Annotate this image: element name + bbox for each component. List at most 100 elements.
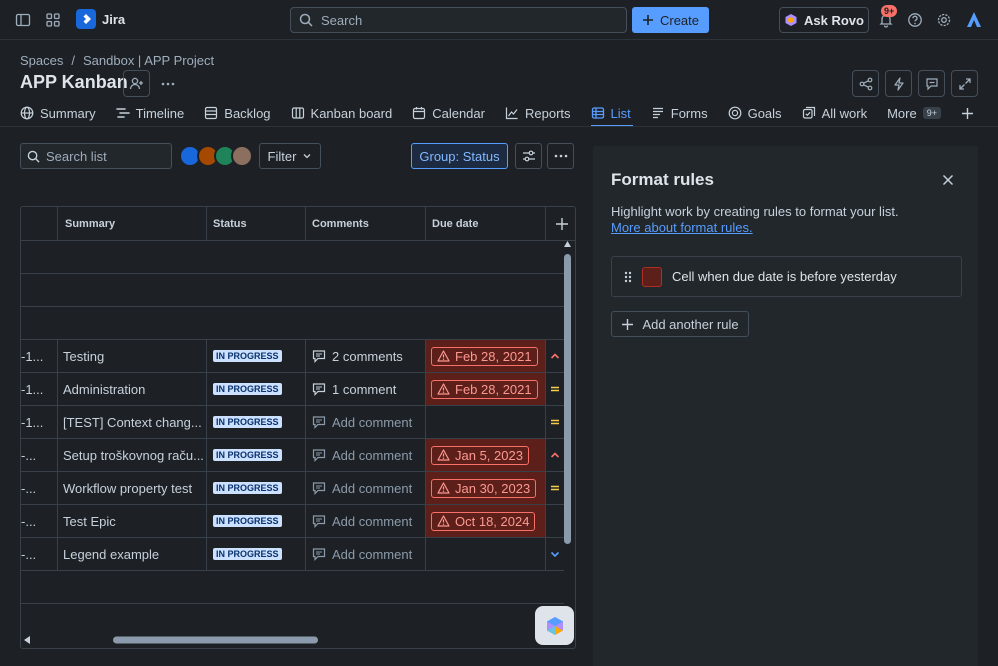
format-rule-item[interactable]: Cell when due date is before yesterday	[611, 256, 962, 297]
due-date-cell[interactable]: Jan 30, 2023	[426, 472, 546, 504]
tab-timeline[interactable]: Timeline	[115, 100, 195, 126]
table-row[interactable]: -1... Testing IN PROGRESS 2 comments Feb 28,…	[21, 340, 564, 373]
work-summary[interactable]: Legend example	[58, 538, 207, 570]
status-badge[interactable]: IN PROGRESS	[213, 482, 282, 494]
table-row[interactable]: -... Workflow property test IN PROGRESS Add…	[21, 472, 564, 505]
work-key[interactable]: -1...	[21, 406, 58, 438]
table-row[interactable]: -... Legend example IN PROGRESS Add comment	[21, 538, 564, 571]
comments-cell[interactable]: Add comment	[306, 406, 426, 438]
tab-kanban-board[interactable]: Kanban board	[291, 100, 403, 126]
tab-backlog[interactable]: Backlog	[204, 100, 280, 126]
horizontal-scrollbar[interactable]	[20, 634, 563, 646]
comments-cell[interactable]: Add comment	[306, 505, 426, 537]
format-rules-help-link[interactable]: More about format rules.	[611, 220, 753, 235]
feedback-icon[interactable]	[918, 70, 945, 97]
filter-button[interactable]: Filter	[259, 143, 321, 169]
share-icon[interactable]	[852, 70, 879, 97]
tab-label: All work	[821, 105, 868, 121]
work-summary[interactable]: Workflow property test	[58, 472, 207, 504]
comments-cell[interactable]: Add comment	[306, 439, 426, 471]
due-date-cell[interactable]: Jan 5, 2023	[426, 439, 546, 471]
create-button[interactable]: Create	[632, 7, 709, 33]
tab-forms[interactable]: Forms	[651, 100, 718, 126]
comments-cell[interactable]: Add comment	[306, 538, 426, 570]
status-cell[interactable]: IN PROGRESS	[207, 373, 306, 405]
status-cell[interactable]: IN PROGRESS	[207, 505, 306, 537]
tab-summary[interactable]: Summary	[20, 100, 106, 126]
more-actions-icon[interactable]	[154, 70, 181, 97]
settings-gear-icon[interactable]	[931, 8, 957, 32]
due-date-cell[interactable]	[426, 538, 546, 570]
work-key[interactable]: -1...	[21, 340, 58, 372]
status-badge[interactable]: IN PROGRESS	[213, 548, 282, 560]
drag-handle-icon[interactable]	[624, 271, 632, 283]
vertical-scrollbar[interactable]	[563, 240, 572, 637]
work-key[interactable]: -...	[21, 505, 58, 537]
work-summary[interactable]: Test Epic	[58, 505, 207, 537]
automation-lightning-icon[interactable]	[885, 70, 912, 97]
column-header-summary[interactable]: Summary	[58, 207, 207, 240]
ask-rovo-button[interactable]: Ask Rovo	[779, 7, 869, 33]
atlassian-logo-icon[interactable]	[961, 8, 987, 32]
add-another-rule-button[interactable]: Add another rule	[611, 311, 749, 337]
status-cell[interactable]: IN PROGRESS	[207, 439, 306, 471]
fullscreen-icon[interactable]	[951, 70, 978, 97]
breadcrumb-project[interactable]: Sandbox | APP Project	[83, 53, 214, 68]
table-row[interactable]: -1... [TEST] Context chang... IN PROGRESS A…	[21, 406, 564, 439]
status-cell[interactable]: IN PROGRESS	[207, 472, 306, 504]
more-options-icon[interactable]	[547, 143, 574, 169]
rule-color-swatch[interactable]	[642, 266, 662, 287]
work-summary[interactable]: [TEST] Context chang...	[58, 406, 207, 438]
work-key[interactable]: -...	[21, 439, 58, 471]
table-row[interactable]: -... Setup troškovnog raču... IN PROGRESS A…	[21, 439, 564, 472]
app-switcher-icon[interactable]	[40, 8, 66, 32]
status-badge[interactable]: IN PROGRESS	[213, 515, 282, 527]
work-summary[interactable]: Testing	[58, 340, 207, 372]
status-cell[interactable]: IN PROGRESS	[207, 538, 306, 570]
breadcrumb-spaces[interactable]: Spaces	[20, 53, 63, 68]
global-search-input[interactable]: Search	[290, 7, 627, 33]
work-key[interactable]: -...	[21, 538, 58, 570]
tab-list[interactable]: List	[590, 100, 641, 127]
status-badge[interactable]: IN PROGRESS	[213, 383, 282, 395]
view-settings-icon[interactable]	[515, 143, 542, 169]
tab-calendar[interactable]: Calendar	[412, 100, 495, 126]
work-summary[interactable]: Setup troškovnog raču...	[58, 439, 207, 471]
tab-all-work[interactable]: All work	[802, 100, 878, 126]
comments-cell[interactable]: 2 comments	[306, 340, 426, 372]
status-badge[interactable]: IN PROGRESS	[213, 350, 282, 362]
sidebar-toggle-icon[interactable]	[10, 8, 36, 32]
column-header-comments[interactable]: Comments	[306, 207, 426, 240]
due-date-cell[interactable]: Feb 28, 2021	[426, 373, 546, 405]
add-tab-icon[interactable]	[961, 100, 984, 126]
tab-goals[interactable]: Goals	[728, 100, 792, 126]
status-cell[interactable]: IN PROGRESS	[207, 406, 306, 438]
avatar[interactable]	[231, 145, 253, 167]
close-icon[interactable]	[939, 171, 957, 189]
group-by-button[interactable]: Group: Status	[411, 143, 508, 169]
column-header-status[interactable]: Status	[207, 207, 306, 240]
comments-cell[interactable]: 1 comment	[306, 373, 426, 405]
due-date-cell[interactable]: Oct 18, 2024	[426, 505, 546, 537]
status-badge[interactable]: IN PROGRESS	[213, 449, 282, 461]
search-list-input[interactable]: Search list	[20, 143, 172, 169]
add-column-icon[interactable]	[546, 207, 575, 240]
due-date-cell[interactable]: Feb 28, 2021	[426, 340, 546, 372]
jira-logo[interactable]: Jira	[76, 9, 125, 29]
work-key[interactable]: -1...	[21, 373, 58, 405]
table-row[interactable]: -1... Administration IN PROGRESS 1 comment F…	[21, 373, 564, 406]
help-icon[interactable]	[902, 8, 928, 32]
status-cell[interactable]: IN PROGRESS	[207, 340, 306, 372]
priority-medium-icon	[546, 373, 564, 405]
work-key[interactable]: -...	[21, 472, 58, 504]
comments-cell[interactable]: Add comment	[306, 472, 426, 504]
rovo-chat-button[interactable]	[535, 606, 574, 645]
tab-more[interactable]: More 9+	[887, 100, 951, 126]
column-header-due-date[interactable]: Due date	[426, 207, 546, 240]
table-row[interactable]: -... Test Epic IN PROGRESS Add comment Oct 1…	[21, 505, 564, 538]
add-people-button[interactable]	[123, 70, 150, 97]
tab-reports[interactable]: Reports	[505, 100, 581, 126]
status-badge[interactable]: IN PROGRESS	[213, 416, 282, 428]
due-date-cell[interactable]	[426, 406, 546, 438]
work-summary[interactable]: Administration	[58, 373, 207, 405]
